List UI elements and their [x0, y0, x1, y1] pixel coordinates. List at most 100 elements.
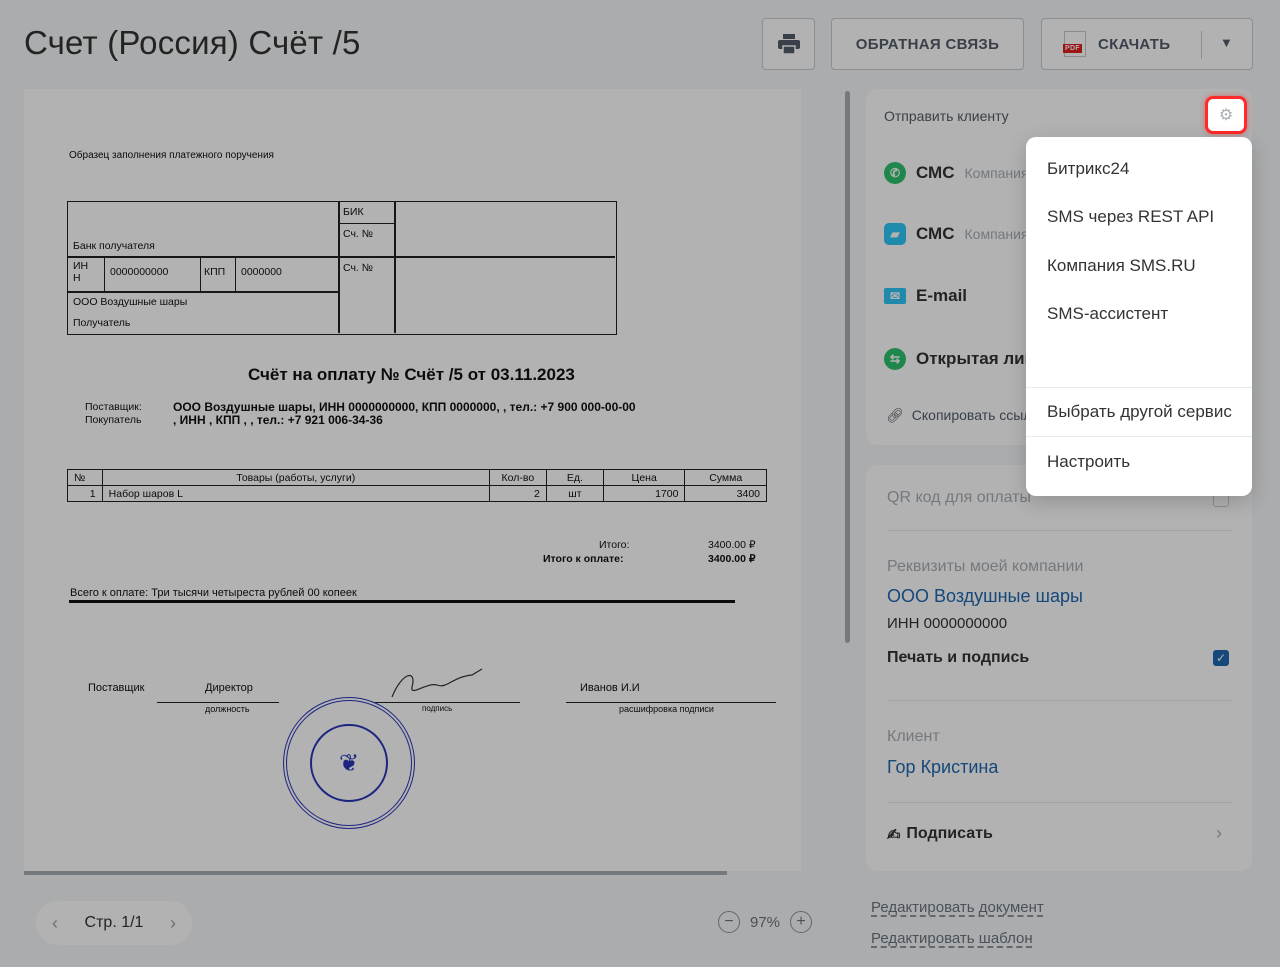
divider	[887, 802, 1232, 803]
page-indicator: Стр. 1/1	[84, 914, 144, 931]
copy-link-label: Скопировать ссылку	[911, 407, 1045, 423]
table-header-row: № Товары (работы, услуги) Кол-во Ед. Цен…	[67, 469, 767, 486]
download-menu-caret-icon[interactable]: ▼	[1220, 35, 1233, 50]
bik-label: БИК	[343, 206, 364, 218]
edit-template-link[interactable]: Редактировать шаблон	[871, 930, 1033, 947]
account-label-2: Сч. №	[343, 262, 374, 274]
total-label: Итого:	[599, 539, 630, 551]
table-row: 1 Набор шаров L 2 шт 1700 3400	[67, 485, 767, 502]
table-cell: 1	[67, 485, 103, 502]
openline-icon: ⇆	[884, 348, 906, 370]
info-panel	[866, 465, 1252, 871]
channel-label: СМС	[916, 224, 955, 243]
download-button[interactable]: PDF СКАЧАТЬ ▼	[1041, 18, 1253, 70]
copy-link-button[interactable]: 🔗︎ Скопировать ссылку	[886, 407, 1045, 424]
zoom-out-icon[interactable]: −	[718, 911, 740, 933]
table-cell: шт	[545, 485, 604, 502]
zoom-in-icon[interactable]: +	[790, 911, 813, 933]
sign-label: Подписать	[906, 825, 993, 842]
settings-gear-button[interactable]: ⚙	[1205, 96, 1247, 134]
supplier-value: ООО Воздушные шары, ИНН 0000000000, КПП …	[173, 400, 636, 414]
channel-label: СМС	[916, 163, 955, 182]
channel-sub: Компания	[964, 165, 1029, 181]
client-name-link[interactable]: Гор Кристина	[887, 757, 998, 778]
send-to-client-label: Отправить клиенту	[884, 108, 1009, 124]
stamp-ornament-icon: ❦	[310, 724, 388, 802]
edit-document-link[interactable]: Редактировать документ	[871, 899, 1044, 916]
col-header: Сумма	[684, 469, 767, 486]
channel-sms[interactable]: ▰ СМС Компания	[884, 223, 1029, 245]
company-stamp: ❦	[283, 697, 415, 829]
prev-page-icon[interactable]: ‹	[52, 913, 58, 934]
line	[157, 702, 279, 703]
next-page-icon[interactable]: ›	[170, 913, 176, 934]
col-header: Товары (работы, услуги)	[101, 469, 490, 486]
channel-email[interactable]: ✉ E-mail	[884, 286, 967, 306]
menu-item-other-service[interactable]: Выбрать другой сервис	[1047, 402, 1232, 422]
divider	[887, 530, 1232, 531]
channel-sms-whatsapp[interactable]: ✆ СМС Компания	[884, 162, 1029, 184]
supplier-label: Поставщик:	[85, 401, 142, 413]
inn-label: ИН Н	[73, 260, 89, 284]
kpp-value: 0000000	[241, 266, 282, 278]
pdf-icon: PDF	[1063, 31, 1086, 57]
download-label: СКАЧАТЬ	[1098, 35, 1171, 53]
col-header: №	[67, 469, 103, 486]
table-cell: Набор шаров L	[101, 485, 490, 502]
col-header: Цена	[602, 469, 686, 486]
table-cell: 3400	[684, 485, 767, 502]
menu-item-rest-api[interactable]: SMS через REST API	[1047, 207, 1214, 227]
zoom-value: 97%	[750, 913, 781, 931]
feedback-button[interactable]: ОБРАТНАЯ СВЯЗЬ	[831, 18, 1024, 70]
channel-sub: Компания	[964, 226, 1029, 242]
total-due-label: Итого к оплате:	[543, 553, 624, 565]
sample-caption: Образец заполнения платежного поручения	[69, 150, 274, 161]
signature-image	[391, 668, 483, 698]
divider	[887, 700, 1232, 701]
divider	[69, 600, 735, 603]
menu-divider	[1026, 436, 1252, 437]
sign-supplier-label: Поставщик	[88, 682, 145, 694]
company-details-label: Реквизиты моей компании	[887, 558, 1084, 575]
zoom-control: − 97% +	[718, 911, 813, 933]
menu-item-bitrix24[interactable]: Битрикс24	[1047, 159, 1129, 179]
position-caption: должность	[205, 704, 250, 714]
print-sign-label: Печать и подпись	[887, 649, 1030, 666]
recipient-label: Получатель	[73, 317, 131, 329]
buyer-value: , ИНН , КПП , , тел.: +7 921 006-34-36	[173, 413, 383, 427]
invoice-document: Образец заполнения платежного поручения …	[24, 89, 801, 871]
company-name-link[interactable]: ООО Воздушные шары	[887, 586, 1083, 607]
account-label: Сч. №	[343, 228, 374, 240]
vertical-scrollbar[interactable]	[845, 91, 850, 643]
total-value: 3400.00 ₽	[708, 539, 756, 551]
sum-in-words: Всего к оплате: Три тысячи четыреста руб…	[70, 587, 357, 599]
download-separator	[1201, 31, 1202, 59]
document-preview[interactable]: Образец заполнения платежного поручения …	[24, 89, 801, 871]
page-navigator: ‹ Стр. 1/1 ›	[36, 901, 192, 945]
pdf-badge: PDF	[1063, 44, 1082, 53]
client-label: Клиент	[887, 728, 940, 745]
items-table: № Товары (работы, услуги) Кол-во Ед. Цен…	[67, 469, 767, 502]
sign-button[interactable]: ✍︎ Подписать	[887, 825, 993, 845]
sign-name-caption: расшифровка подписи	[619, 704, 714, 714]
channel-label: E-mail	[916, 286, 968, 305]
print-sign-checkbox[interactable]: ✓	[1213, 650, 1229, 666]
horizontal-scrollbar[interactable]	[24, 871, 727, 875]
sign-name: Иванов И.И	[580, 682, 640, 694]
menu-item-configure[interactable]: Настроить	[1047, 452, 1130, 472]
print-button[interactable]	[762, 18, 815, 70]
menu-item-smsru[interactable]: Компания SMS.RU	[1047, 256, 1196, 276]
qr-code-label: QR код для оплаты	[887, 489, 1032, 506]
menu-divider	[1026, 387, 1252, 388]
sms-provider-dropdown: Битрикс24 SMS через REST API Компания SM…	[1026, 137, 1252, 496]
col-header: Кол-во	[488, 469, 547, 486]
inn-value: 0000000000	[110, 266, 169, 278]
mail-icon: ✉	[884, 288, 906, 304]
menu-item-sms-assistant[interactable]: SMS-ассистент	[1047, 304, 1168, 324]
whatsapp-icon: ✆	[884, 162, 906, 184]
table-cell: 2	[488, 485, 547, 502]
col-header: Ед.	[545, 469, 604, 486]
chevron-right-icon[interactable]: ›	[1216, 823, 1222, 844]
invoice-title: Счёт на оплату № Счёт /5 от 03.11.2023	[248, 365, 575, 384]
pen-icon: ✍︎	[887, 827, 901, 844]
